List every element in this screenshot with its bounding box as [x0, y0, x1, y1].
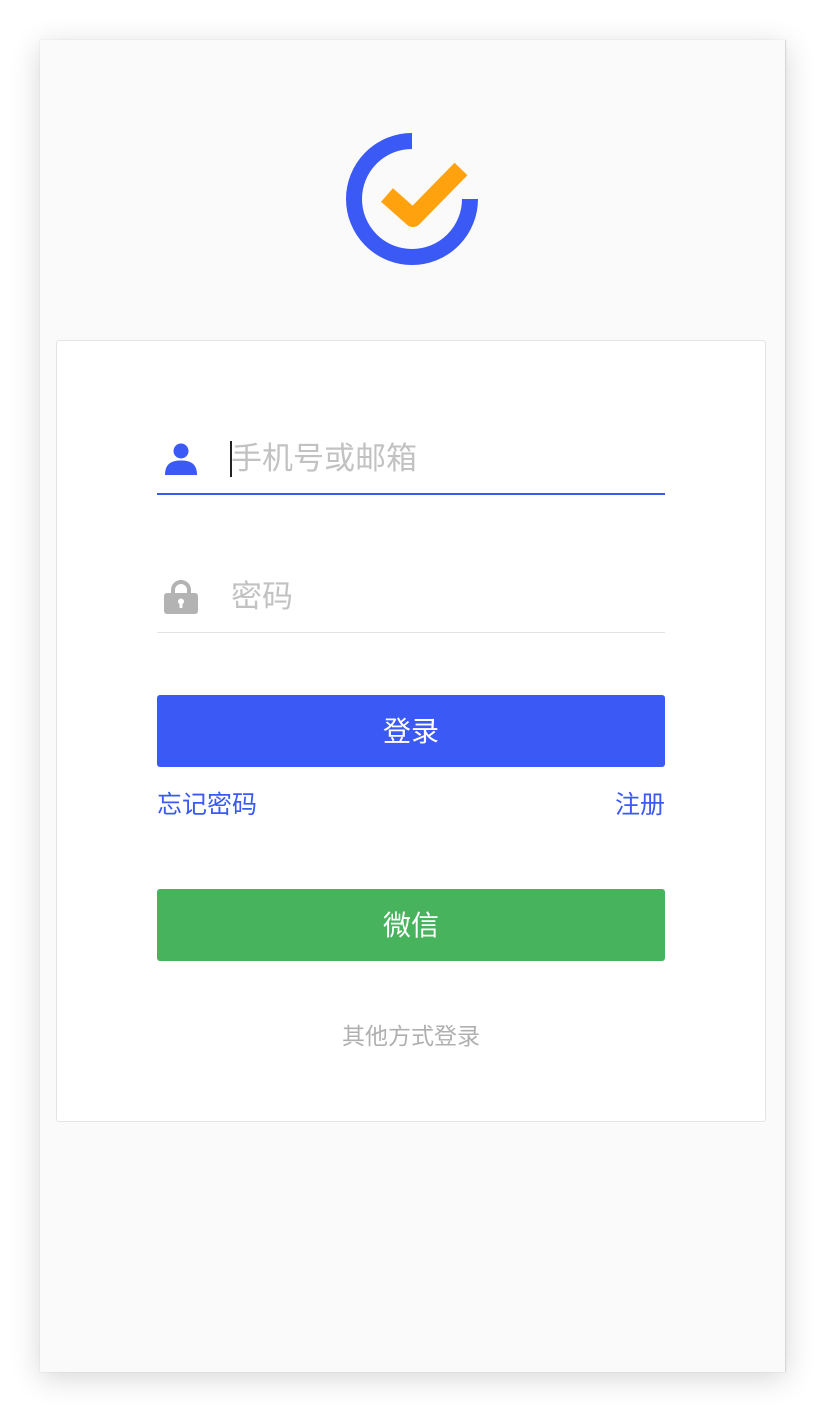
- login-button[interactable]: 登录: [157, 695, 665, 767]
- password-field: [157, 575, 665, 633]
- lock-icon: [164, 580, 198, 614]
- wechat-login-button[interactable]: 微信: [157, 889, 665, 961]
- register-link[interactable]: 注册: [615, 785, 665, 821]
- username-input[interactable]: [231, 437, 661, 481]
- login-card: 登录 忘记密码 注册 微信 其他方式登录: [56, 340, 766, 1122]
- other-login-methods-link[interactable]: 其他方式登录: [57, 1017, 765, 1051]
- app-logo-icon: [346, 133, 478, 265]
- username-field: [157, 437, 665, 495]
- user-icon: [165, 443, 197, 475]
- password-input[interactable]: [231, 575, 661, 619]
- app-window: 登录 忘记密码 注册 微信 其他方式登录: [40, 40, 786, 1372]
- forgot-password-link[interactable]: 忘记密码: [157, 785, 257, 821]
